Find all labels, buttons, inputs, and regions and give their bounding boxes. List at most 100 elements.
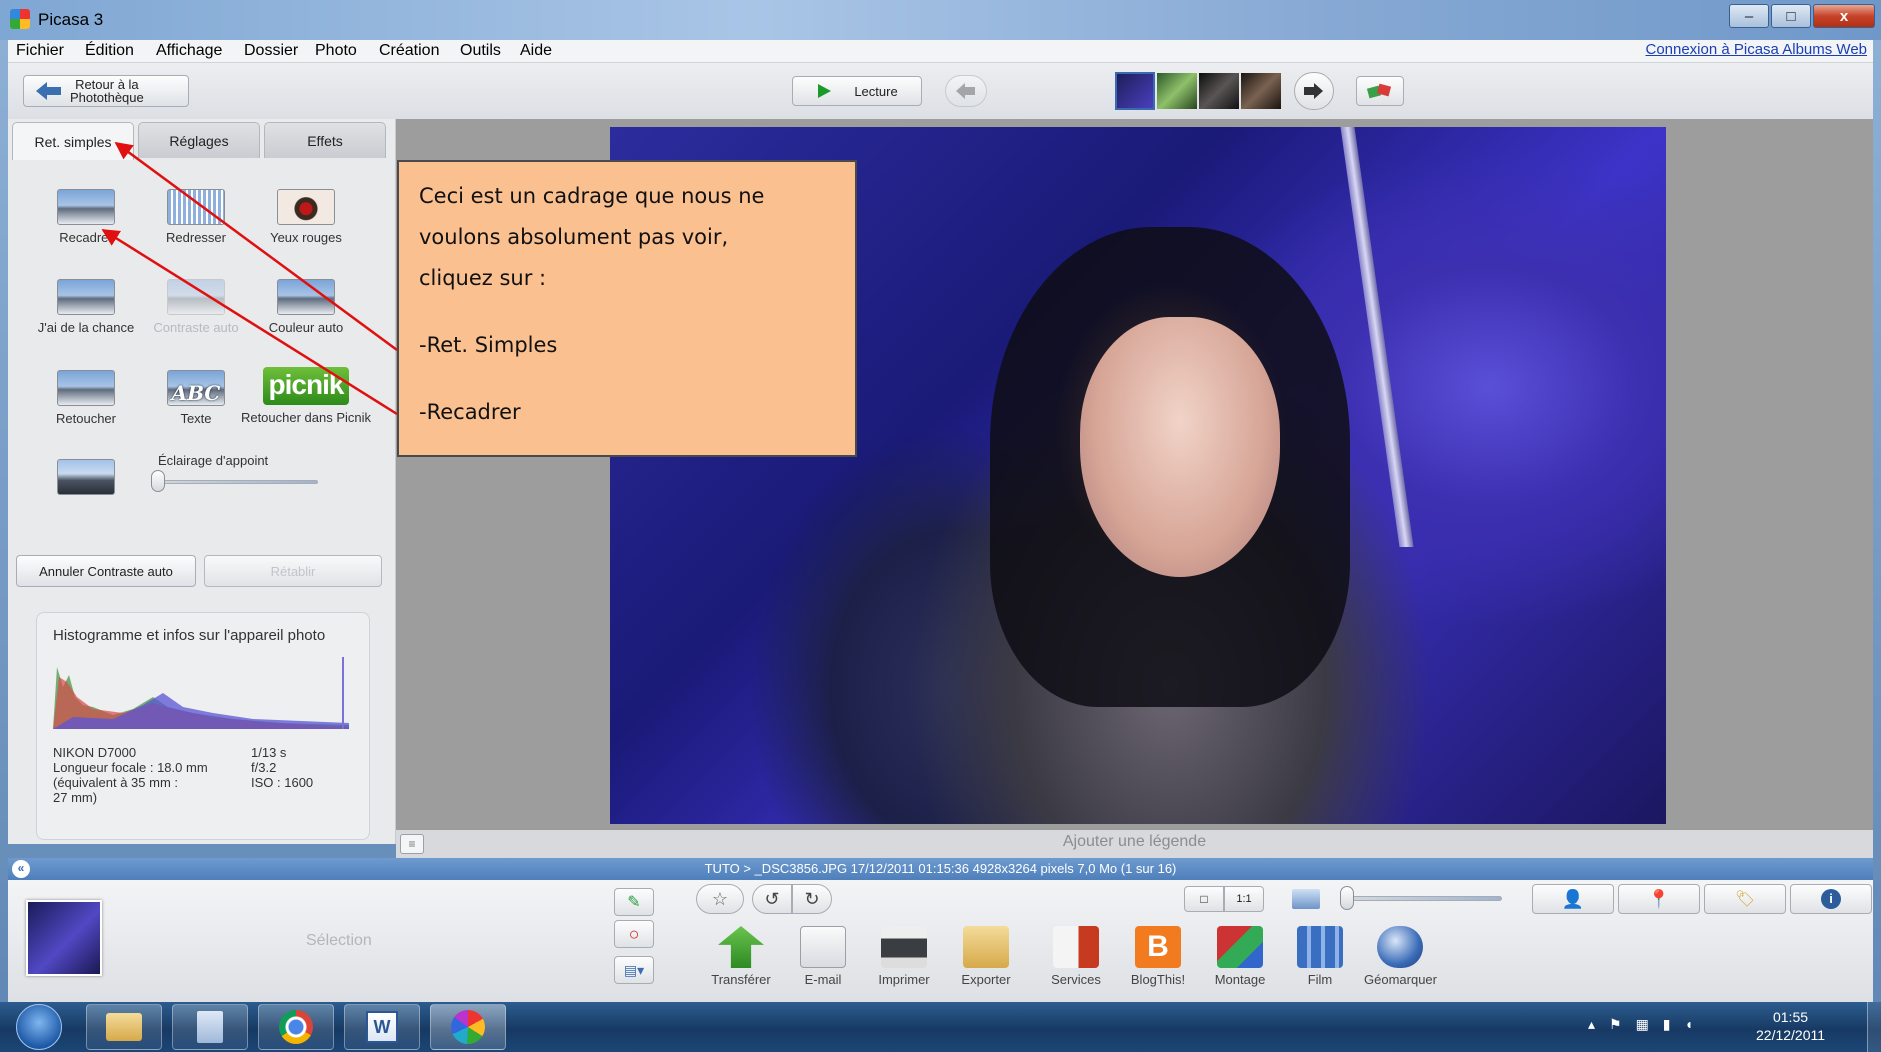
auto-color-tool[interactable]: Couleur auto bbox=[251, 279, 361, 335]
info-button[interactable]: i bbox=[1790, 884, 1872, 914]
red-eye-tool[interactable]: Yeux rouges bbox=[251, 189, 361, 245]
hold-pin-button[interactable]: ✎ bbox=[614, 888, 654, 916]
menu-edition[interactable]: Édition bbox=[85, 40, 134, 63]
collage-montage-button[interactable]: Montage bbox=[1204, 926, 1276, 987]
straighten-tool[interactable]: Redresser bbox=[141, 189, 251, 245]
taskbar-chrome[interactable] bbox=[258, 1004, 334, 1050]
upload-button[interactable]: Transférer bbox=[705, 926, 777, 987]
maximize-button[interactable]: □ bbox=[1771, 4, 1811, 28]
film-label: Film bbox=[1307, 972, 1333, 987]
filmstrip-thumb-current[interactable] bbox=[1115, 72, 1155, 110]
rotate-right-button[interactable]: ↻ bbox=[792, 884, 832, 914]
histogram-graph bbox=[53, 657, 349, 729]
collage-button[interactable] bbox=[1356, 76, 1404, 106]
print-button[interactable]: Imprimer bbox=[868, 926, 940, 987]
tab-reglages[interactable]: Réglages bbox=[138, 122, 260, 158]
previous-photo-button[interactable] bbox=[945, 75, 987, 107]
taskbar-notes[interactable] bbox=[172, 1004, 248, 1050]
play-label: Lecture bbox=[854, 83, 898, 99]
tab-effets[interactable]: Effets bbox=[264, 122, 386, 158]
selected-photo-thumbnail[interactable] bbox=[26, 900, 102, 976]
geotag-button[interactable]: Géomarquer bbox=[1364, 926, 1437, 987]
menu-photo[interactable]: Photo bbox=[315, 40, 357, 63]
picnik-logo: picnik bbox=[263, 367, 349, 405]
picasa-window: Picasa 3 – □ x Fichier Édition Affichage… bbox=[0, 0, 1881, 1052]
rotate-left-button[interactable]: ↺ bbox=[752, 884, 792, 914]
explorer-folder-icon bbox=[106, 1013, 142, 1041]
zoom-slider-handle[interactable] bbox=[1340, 886, 1354, 910]
fill-light-slider-handle[interactable] bbox=[151, 470, 165, 492]
email-button[interactable]: E-mail bbox=[787, 926, 859, 987]
next-photo-button[interactable] bbox=[1294, 72, 1334, 110]
play-slideshow-button[interactable]: Lecture bbox=[792, 76, 922, 106]
edit-panel: Ret. simples Réglages Effets Recadrer Re… bbox=[8, 119, 396, 844]
window-title: Picasa 3 bbox=[38, 10, 104, 29]
menu-affichage[interactable]: Affichage bbox=[156, 40, 222, 63]
callout-item-recadrer: -Recadrer bbox=[419, 400, 521, 424]
auto-color-icon bbox=[277, 279, 335, 315]
fill-light-icon bbox=[57, 459, 115, 495]
caption-bar: ≡ Ajouter une légende bbox=[396, 830, 1873, 858]
places-button[interactable]: 📍 bbox=[1618, 884, 1700, 914]
back-to-library-button[interactable]: Retour à la Photothèque bbox=[23, 75, 189, 107]
fill-light-slider[interactable] bbox=[158, 480, 318, 484]
picnik-tool[interactable]: picnik Retoucher dans Picnik bbox=[228, 367, 384, 425]
movie-button[interactable]: Film bbox=[1284, 926, 1356, 987]
callout-item-ret-simples: -Ret. Simples bbox=[419, 333, 558, 357]
fit-view-button[interactable]: □ bbox=[1184, 886, 1224, 912]
add-to-album-button[interactable]: ▤▾ bbox=[614, 956, 654, 984]
pin-icon: ✎ bbox=[627, 894, 641, 911]
filmstrip-thumb[interactable] bbox=[1199, 73, 1239, 109]
menu-fichier[interactable]: Fichier bbox=[16, 40, 64, 63]
menu-outils[interactable]: Outils bbox=[460, 40, 501, 63]
windows-taskbar: W ▴⚑▦▮◖ 01:55 22/12/2011 bbox=[0, 1002, 1881, 1052]
star-icon: ☆ bbox=[711, 888, 729, 909]
map-pin-icon: 📍 bbox=[1647, 888, 1671, 909]
im-feeling-lucky-tool[interactable]: J'ai de la chance bbox=[31, 279, 141, 335]
play-icon bbox=[818, 84, 832, 98]
focal-length: Longueur focale : 18.0 mm bbox=[53, 760, 208, 775]
status-bar: « TUTO > _DSC3856.JPG 17/12/2011 01:15:3… bbox=[8, 858, 1873, 880]
arrow-left-icon bbox=[36, 82, 61, 100]
system-clock[interactable]: 01:55 22/12/2011 bbox=[1756, 1008, 1825, 1044]
close-button[interactable]: x bbox=[1813, 4, 1875, 28]
text-abc-icon: ABC bbox=[167, 370, 225, 406]
export-button[interactable]: Exporter bbox=[950, 926, 1022, 987]
picasa-web-albums-link[interactable]: Connexion à Picasa Albums Web bbox=[1645, 41, 1867, 58]
zoom-icon bbox=[1292, 889, 1320, 909]
retouch-tool[interactable]: Retoucher bbox=[31, 370, 141, 426]
redo-button: Rétablir bbox=[204, 555, 382, 587]
histogram-title: Histogramme et infos sur l'appareil phot… bbox=[53, 627, 326, 644]
clear-circle-icon: ○ bbox=[628, 923, 640, 944]
montage-icon bbox=[1217, 926, 1263, 968]
system-tray-icons[interactable]: ▴⚑▦▮◖ bbox=[1588, 1016, 1707, 1033]
taskbar-word[interactable]: W bbox=[344, 1004, 420, 1050]
actual-size-button[interactable]: 1:1 bbox=[1224, 886, 1264, 912]
filmstrip-thumb[interactable] bbox=[1241, 73, 1281, 109]
taskbar-picasa[interactable] bbox=[430, 1004, 506, 1050]
taskbar-explorer[interactable] bbox=[86, 1004, 162, 1050]
tags-button[interactable]: 🏷 bbox=[1704, 884, 1786, 914]
zoom-slider[interactable] bbox=[1342, 896, 1502, 901]
show-desktop-button[interactable] bbox=[1867, 1002, 1881, 1052]
crop-tool[interactable]: Recadrer bbox=[31, 189, 141, 245]
caption-input[interactable]: Ajouter une légende bbox=[396, 833, 1873, 851]
menu-aide[interactable]: Aide bbox=[520, 40, 552, 63]
menu-dossier[interactable]: Dossier bbox=[244, 40, 298, 63]
auto-contrast-icon bbox=[167, 279, 225, 315]
star-button[interactable]: ☆ bbox=[696, 884, 744, 914]
menu-creation[interactable]: Création bbox=[379, 40, 439, 63]
undo-button[interactable]: Annuler Contraste auto bbox=[16, 555, 196, 587]
blogthis-button[interactable]: B BlogThis! bbox=[1122, 926, 1194, 987]
filmstrip-thumb[interactable] bbox=[1157, 73, 1197, 109]
straighten-icon bbox=[167, 189, 225, 225]
services-button[interactable]: Services bbox=[1040, 926, 1112, 987]
start-button-icon[interactable] bbox=[16, 1004, 62, 1050]
people-button[interactable]: 👤 bbox=[1532, 884, 1614, 914]
tag-icon: 🏷 bbox=[1734, 891, 1756, 908]
tab-ret-simples[interactable]: Ret. simples bbox=[12, 122, 134, 160]
text-label: Texte bbox=[180, 411, 212, 426]
clear-selection-button[interactable]: ○ bbox=[614, 920, 654, 948]
minimize-button[interactable]: – bbox=[1729, 4, 1769, 28]
services-icon bbox=[1053, 926, 1099, 968]
